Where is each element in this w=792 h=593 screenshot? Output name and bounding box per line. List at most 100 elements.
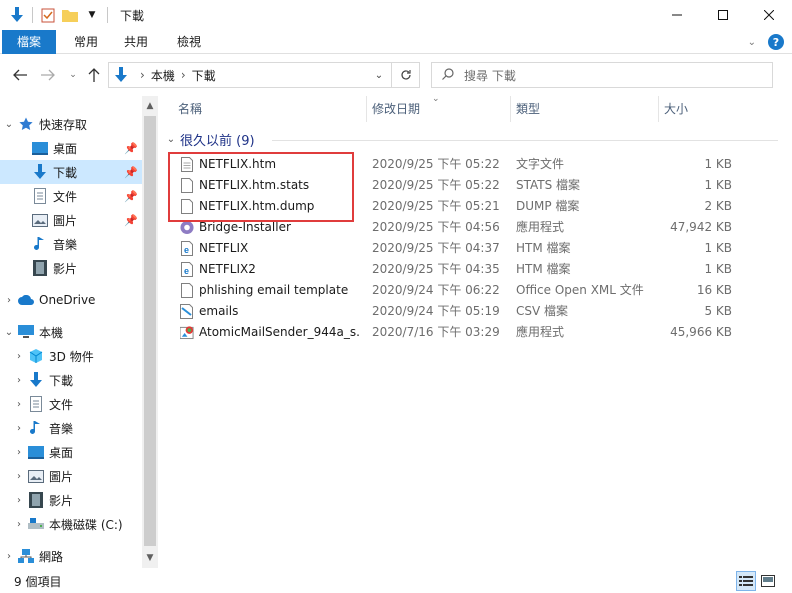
recent-locations-chevron-icon[interactable]: ⌄ xyxy=(63,65,83,85)
sidebar-scrollbar[interactable]: ▲ ▼ xyxy=(142,96,158,568)
file-size: 16 KB xyxy=(696,283,732,297)
window-controls xyxy=(654,0,792,30)
back-button[interactable] xyxy=(10,65,30,85)
up-button[interactable] xyxy=(84,65,104,85)
sidebar-item-pc-downloads[interactable]: › 下載 xyxy=(14,368,156,392)
minimize-button[interactable] xyxy=(654,0,700,30)
scroll-up-icon[interactable]: ▲ xyxy=(142,98,158,114)
forward-button[interactable] xyxy=(38,65,58,85)
expand-ribbon-chevron-icon[interactable]: ⌄ xyxy=(748,37,756,48)
tab-home[interactable]: 常用 xyxy=(66,30,106,54)
scrollbar-thumb[interactable] xyxy=(144,116,156,546)
svg-text:e: e xyxy=(184,245,189,255)
column-header-name[interactable]: 名稱 xyxy=(172,96,368,122)
sidebar-item-pc-desktop[interactable]: › 桌面 xyxy=(14,440,156,464)
scroll-down-icon[interactable]: ▼ xyxy=(142,550,158,566)
sidebar-item-downloads[interactable]: 下載 📌 xyxy=(0,160,142,184)
file-row[interactable]: AtomicMailSender_944a_s... 2020/7/16 下午 … xyxy=(174,322,744,343)
tab-file[interactable]: 檔案 xyxy=(2,30,56,54)
refresh-icon[interactable] xyxy=(391,63,419,87)
details-view-icon[interactable] xyxy=(736,571,756,591)
file-size: 5 KB xyxy=(704,304,732,318)
chevron-right-icon[interactable]: › xyxy=(14,423,24,434)
address-bar[interactable]: › 本機 › 下載 ⌄ xyxy=(108,62,420,88)
chevron-right-icon[interactable]: › xyxy=(4,295,14,306)
pin-icon[interactable]: 📌 xyxy=(124,214,138,227)
column-header-size[interactable]: 大小 xyxy=(658,96,738,122)
sidebar-item-desktop[interactable]: 桌面 📌 xyxy=(0,136,142,160)
picture-icon xyxy=(32,212,48,228)
large-icons-view-icon[interactable] xyxy=(758,571,778,591)
chevron-right-icon[interactable]: › xyxy=(14,447,24,458)
maximize-button[interactable] xyxy=(700,0,746,30)
sidebar-label: 本機磁碟 (C:) xyxy=(49,517,123,532)
chevron-right-icon[interactable]: › xyxy=(14,351,24,362)
tab-view[interactable]: 檢視 xyxy=(169,30,209,54)
search-placeholder: 搜尋 下載 xyxy=(464,68,516,83)
help-icon[interactable]: ? xyxy=(768,34,784,50)
sidebar-item-videos[interactable]: 影片 xyxy=(0,256,142,280)
properties-icon[interactable] xyxy=(37,4,59,26)
search-input[interactable]: 搜尋 下載 xyxy=(431,62,773,88)
file-row[interactable]: e NETFLIX2 2020/9/25 下午 04:35 HTM 檔案 1 KB xyxy=(174,259,744,280)
video-icon xyxy=(32,260,48,276)
sidebar-item-pictures[interactable]: 圖片 📌 xyxy=(0,208,142,232)
desktop-icon xyxy=(32,140,48,156)
chevron-right-icon[interactable]: › xyxy=(14,471,24,482)
sidebar-item-quick-access[interactable]: ⌄ 快速存取 xyxy=(4,112,146,136)
sidebar-item-this-pc[interactable]: ⌄ 本機 xyxy=(4,320,146,344)
sidebar-item-pc-videos[interactable]: › 影片 xyxy=(14,488,156,512)
chevron-right-icon[interactable]: › xyxy=(14,375,24,386)
file-size: 2 KB xyxy=(704,199,732,213)
chevron-right-icon[interactable]: › xyxy=(14,519,24,530)
file-row[interactable]: emails 2020/9/24 下午 05:19 CSV 檔案 5 KB xyxy=(174,301,744,322)
sidebar-label: 圖片 xyxy=(49,469,74,484)
breadcrumb-item-downloads[interactable]: 下載 xyxy=(192,67,216,84)
sidebar-item-documents[interactable]: 文件 📌 xyxy=(0,184,142,208)
item-count: 9 個項目 xyxy=(14,575,62,589)
pin-icon[interactable]: 📌 xyxy=(124,166,138,179)
column-header-type[interactable]: 類型 xyxy=(510,96,656,122)
pin-icon[interactable]: 📌 xyxy=(124,190,138,203)
window-title: 下載 xyxy=(120,8,145,23)
new-folder-icon[interactable] xyxy=(59,4,81,26)
chevron-down-icon[interactable]: ⌄ xyxy=(162,134,180,145)
group-header[interactable]: ⌄ 很久以前 (9) xyxy=(162,128,255,150)
network-icon xyxy=(18,548,34,564)
breadcrumb: › 本機 › 下載 xyxy=(109,67,216,84)
file-name: NETFLIX xyxy=(199,241,249,255)
file-row[interactable]: phlishing email template 2020/9/24 下午 06… xyxy=(174,280,744,301)
file-size: 1 KB xyxy=(704,157,732,171)
customize-toolbar-chevron-icon[interactable]: ▼ xyxy=(81,4,103,26)
sidebar-item-music[interactable]: 音樂 xyxy=(0,232,142,256)
file-date: 2020/9/25 下午 04:56 xyxy=(372,220,500,234)
close-button[interactable] xyxy=(746,0,792,30)
sidebar-item-3d-objects[interactable]: › 3D 物件 xyxy=(14,344,156,368)
chevron-down-icon[interactable]: ⌄ xyxy=(4,327,14,338)
file-date: 2020/9/25 下午 05:22 xyxy=(372,178,500,192)
download-arrow-icon[interactable] xyxy=(6,4,28,26)
highlight-annotation-box xyxy=(168,152,354,222)
chevron-right-icon[interactable]: › xyxy=(4,551,14,562)
chevron-right-icon[interactable]: › xyxy=(14,399,24,410)
quick-access-toolbar: ▼ xyxy=(0,0,112,30)
view-switcher xyxy=(736,571,778,591)
breadcrumb-separator-icon[interactable]: › xyxy=(181,68,186,82)
sidebar-item-pc-pictures[interactable]: › 圖片 xyxy=(14,464,156,488)
sidebar-item-local-disk[interactable]: › 本機磁碟 (C:) xyxy=(14,512,156,536)
breadcrumb-item-this-pc[interactable]: 本機 xyxy=(151,67,175,84)
sidebar-item-onedrive[interactable]: › OneDrive xyxy=(4,288,146,312)
chevron-right-icon[interactable]: › xyxy=(14,495,24,506)
sidebar-item-pc-music[interactable]: › 音樂 xyxy=(14,416,156,440)
desktop-icon xyxy=(28,444,44,460)
sidebar-item-pc-documents[interactable]: › 文件 xyxy=(14,392,156,416)
sidebar-item-network[interactable]: › 網路 xyxy=(4,544,146,568)
sidebar-label: 文件 xyxy=(49,397,74,412)
pin-icon[interactable]: 📌 xyxy=(124,142,138,155)
address-dropdown-icon[interactable]: ⌄ xyxy=(369,63,389,87)
file-name: emails xyxy=(199,304,239,318)
tab-share[interactable]: 共用 xyxy=(116,30,156,54)
file-size: 45,966 KB xyxy=(670,325,732,339)
chevron-down-icon[interactable]: ⌄ xyxy=(4,119,14,130)
file-row[interactable]: e NETFLIX 2020/9/25 下午 04:37 HTM 檔案 1 KB xyxy=(174,238,744,259)
